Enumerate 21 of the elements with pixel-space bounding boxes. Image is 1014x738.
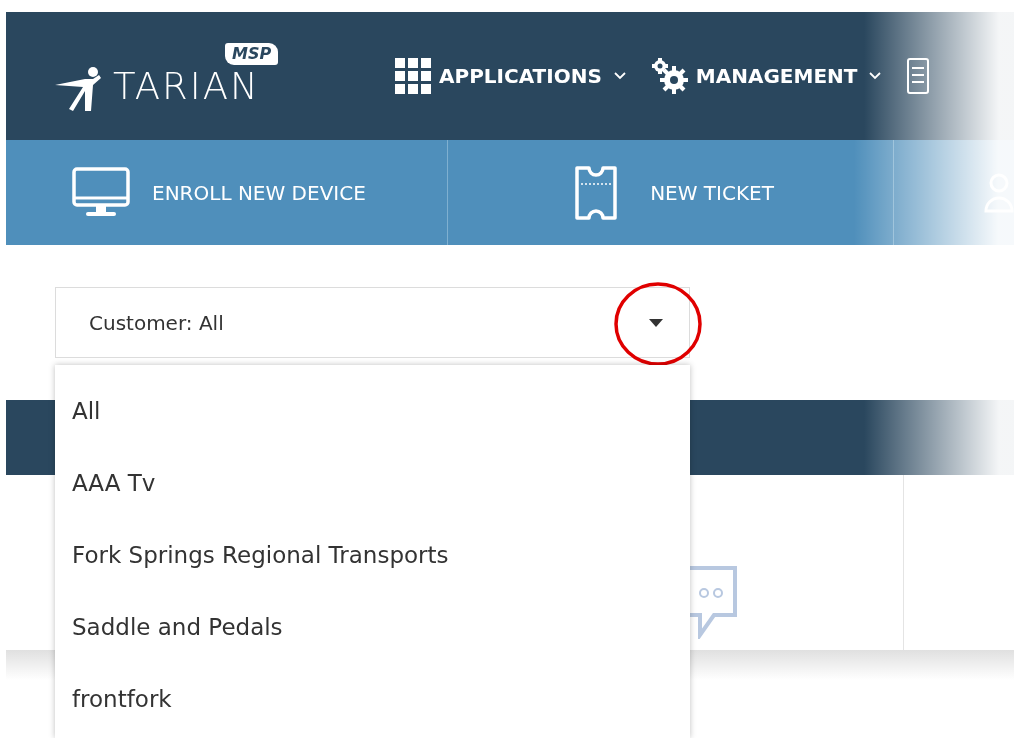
logo-text: TARIAN: [113, 68, 260, 105]
dropdown-option[interactable]: frontfork: [55, 663, 690, 735]
dropdown-option[interactable]: AAA Tv: [55, 447, 690, 519]
quick-action-link[interactable]: NEW TICKET: [650, 180, 774, 205]
chevron-down-icon: [869, 72, 882, 80]
person-icon: [984, 172, 1014, 213]
quick-action-link[interactable]: ENROLL NEW DEVICE: [152, 180, 366, 205]
chevron-down-icon: [613, 72, 626, 80]
ticket-icon: [574, 165, 619, 220]
dropdown-option[interactable]: Saddle and Pedals: [55, 591, 690, 663]
document-icon: [907, 58, 930, 94]
monitor-icon: [72, 166, 130, 219]
dropdown-option[interactable]: Fork Springs Regional Transports: [55, 519, 690, 591]
nav-menu-item[interactable]: MANAGEMENT: [695, 64, 858, 88]
dropdown-option[interactable]: All: [55, 375, 690, 447]
customer-dropdown[interactable]: Customer: All: [55, 287, 690, 358]
nav-menu-item[interactable]: APPLICATIONS: [439, 64, 602, 88]
caret-icon: [649, 318, 663, 327]
settings-icon: [651, 58, 688, 94]
grid-icon: [395, 58, 431, 94]
logo-badge: MSP: [225, 43, 279, 65]
